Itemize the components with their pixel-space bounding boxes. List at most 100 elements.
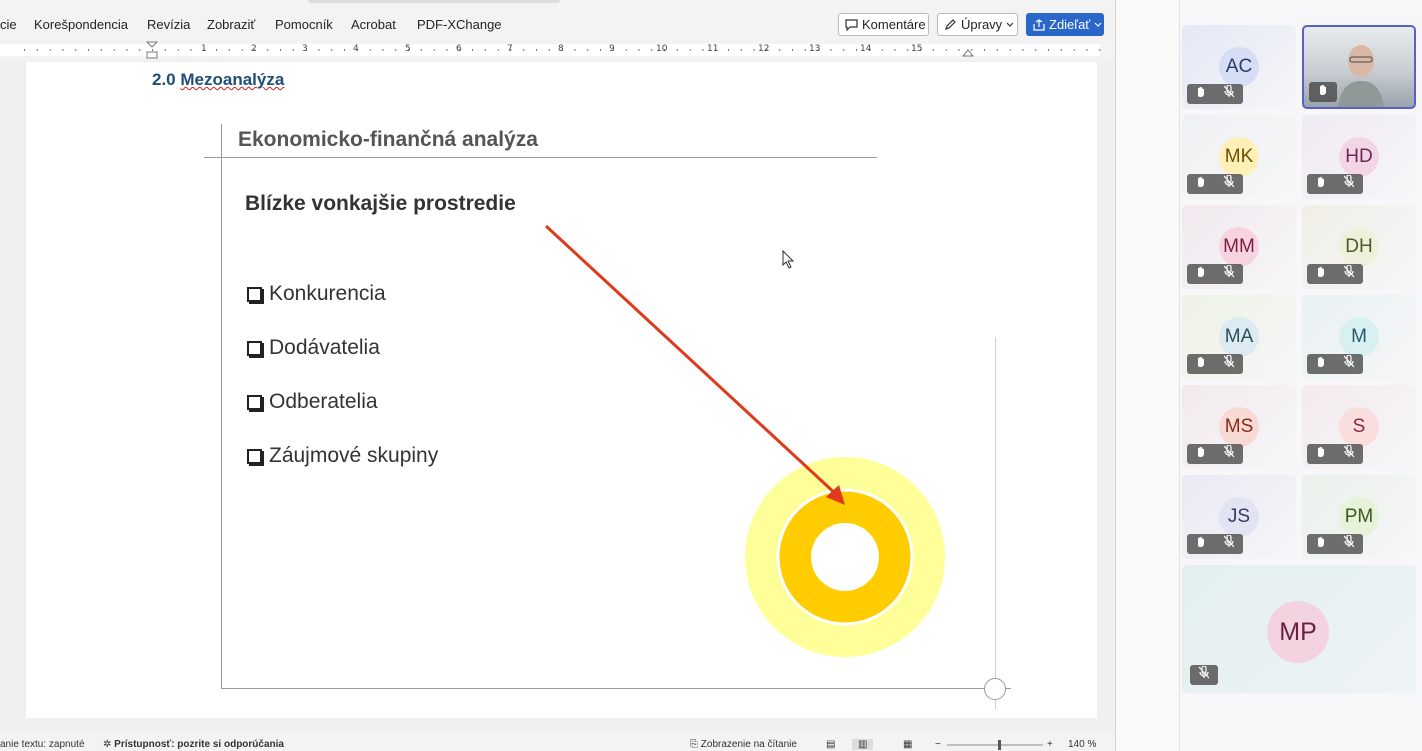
- comments-button[interactable]: Komentáre: [838, 13, 929, 36]
- muted-mic-icon: [1343, 354, 1355, 373]
- ruler-tick: [779, 49, 781, 51]
- ruler-tick: [689, 49, 691, 51]
- participant-tile[interactable]: DH: [1302, 205, 1416, 289]
- ruler-tick: [497, 49, 499, 51]
- participant-status-bar: [1187, 84, 1243, 104]
- participant-tile[interactable]: MS: [1182, 385, 1296, 469]
- ruler-tick: [1086, 49, 1088, 51]
- avatar: MK: [1219, 137, 1259, 177]
- ruler-tick: [88, 49, 89, 51]
- muted-mic-icon: [1343, 534, 1355, 553]
- muted-mic-icon: [1343, 444, 1355, 463]
- ruler-number: 5: [405, 44, 411, 54]
- web-layout-icon[interactable]: ▦: [903, 739, 912, 750]
- raised-hand-icon: [1315, 175, 1327, 193]
- ruler-tick: [100, 49, 102, 51]
- accessibility-status[interactable]: ✲ Prístupnosť: pozrite si odporúčania: [103, 739, 284, 750]
- ruler-number: 14: [860, 44, 872, 54]
- ruler-number: 8: [558, 44, 564, 54]
- participant-tile[interactable]: JS: [1182, 475, 1296, 559]
- avatar: MA: [1219, 317, 1259, 357]
- word-window: cie Korešpondencia Revízia Zobraziť Pomo…: [0, 0, 1116, 751]
- ruler-tick: [113, 49, 115, 51]
- ruler-tick: [676, 49, 678, 51]
- ruler-tick: [292, 49, 294, 51]
- ruler-tick: [472, 49, 473, 51]
- participant-tile[interactable]: AC: [1182, 25, 1296, 109]
- ruler-tick: [190, 49, 192, 51]
- accessibility-icon: ✲: [103, 739, 112, 750]
- ruler-tick: [625, 49, 627, 51]
- ruler-tick: [139, 49, 141, 51]
- pencil-icon: [945, 19, 956, 30]
- participant-status-bar: [1187, 354, 1243, 374]
- ruler-tick: [996, 49, 998, 51]
- share-icon: [1033, 18, 1045, 31]
- status-bar: anie textu: zapnuté ✲ Prístupnosť: pozri…: [0, 731, 1116, 751]
- participant-status-bar: [1307, 444, 1363, 464]
- resize-handle[interactable]: [984, 678, 1006, 700]
- muted-mic-icon: [1223, 84, 1235, 103]
- ruler-tick: [856, 49, 857, 51]
- participant-tile[interactable]: MM: [1182, 205, 1296, 289]
- editing-mode-button[interactable]: Úpravy: [937, 13, 1018, 36]
- tab-review[interactable]: Revízia: [147, 17, 190, 32]
- participant-tile[interactable]: MA: [1182, 295, 1296, 379]
- comment-icon: [845, 18, 858, 31]
- read-mode-icon[interactable]: ▤: [826, 739, 835, 750]
- tab-acrobat[interactable]: Acrobat: [351, 17, 396, 32]
- ruler-tick: [587, 49, 589, 51]
- ribbon-tabs: cie Korešpondencia Revízia Zobraziť Pomo…: [0, 0, 1116, 40]
- participant-tile[interactable]: MK: [1182, 115, 1296, 199]
- print-layout-icon[interactable]: ▥: [852, 739, 874, 750]
- muted-mic-icon: [1223, 174, 1235, 193]
- chevron-down-icon: [1006, 22, 1014, 27]
- horizontal-ruler[interactable]: 1 2 3 4 5 6 7 8 9 10 11 12 13 14 15: [0, 40, 1116, 60]
- participant-tile[interactable]: PM: [1302, 475, 1416, 559]
- participant-tile[interactable]: S: [1302, 385, 1416, 469]
- ruler-tick: [523, 49, 525, 51]
- raised-hand-icon: [1315, 535, 1327, 553]
- reading-view-button[interactable]: ⎘ Zobrazenie na čítanie: [690, 739, 797, 750]
- ruler-tick: [971, 49, 973, 51]
- avatar: S: [1339, 407, 1379, 447]
- zoom-in-icon[interactable]: +: [1047, 739, 1053, 750]
- participant-video-tile[interactable]: [1302, 25, 1416, 109]
- share-button[interactable]: Zdieľať: [1026, 13, 1104, 36]
- ruler-tick: [804, 49, 806, 51]
- ruler-tick: [1048, 49, 1049, 51]
- ruler-tick: [49, 49, 51, 51]
- ruler-tick: [164, 49, 166, 51]
- tab-help[interactable]: Pomocník: [275, 17, 333, 32]
- ruler-tick: [177, 49, 179, 51]
- ruler-tick: [369, 49, 371, 51]
- focus-icon: ⎘: [690, 739, 698, 750]
- avatar: M: [1339, 317, 1379, 357]
- text-prediction-status[interactable]: anie textu: zapnuté: [0, 739, 85, 750]
- raised-hand-icon: [1195, 355, 1207, 373]
- participant-tile[interactable]: HD: [1302, 115, 1416, 199]
- avatar: MM: [1219, 227, 1259, 267]
- zoom-level[interactable]: 140 %: [1068, 739, 1096, 750]
- muted-mic-icon: [1223, 534, 1235, 553]
- tab-references[interactable]: cie: [0, 17, 17, 32]
- tab-view[interactable]: Zobraziť: [207, 17, 255, 32]
- ruler-tick: [548, 49, 550, 51]
- ruler-tick: [638, 49, 640, 51]
- participant-tile-large[interactable]: MP: [1182, 565, 1416, 693]
- avatar: AC: [1219, 47, 1259, 87]
- ruler-number: 15: [911, 44, 923, 54]
- red-arrow: [544, 224, 840, 498]
- participant-status-bar: [1187, 264, 1243, 284]
- document-page[interactable]: 2.0 Mezoanalýza Ekonomicko-finančná anal…: [26, 62, 1097, 718]
- zoom-out-icon[interactable]: −: [935, 739, 941, 750]
- ruler-tick: [728, 49, 729, 51]
- avatar: DH: [1339, 227, 1379, 267]
- ruler-tick: [216, 49, 217, 51]
- ruler-tick: [651, 49, 653, 51]
- zoom-slider[interactable]: [947, 740, 1043, 750]
- tab-pdf-xchange[interactable]: PDF-XChange: [417, 17, 502, 32]
- participant-tile[interactable]: M: [1302, 295, 1416, 379]
- muted-mic-icon: [1198, 665, 1210, 684]
- tab-mailings[interactable]: Korešpondencia: [34, 17, 128, 32]
